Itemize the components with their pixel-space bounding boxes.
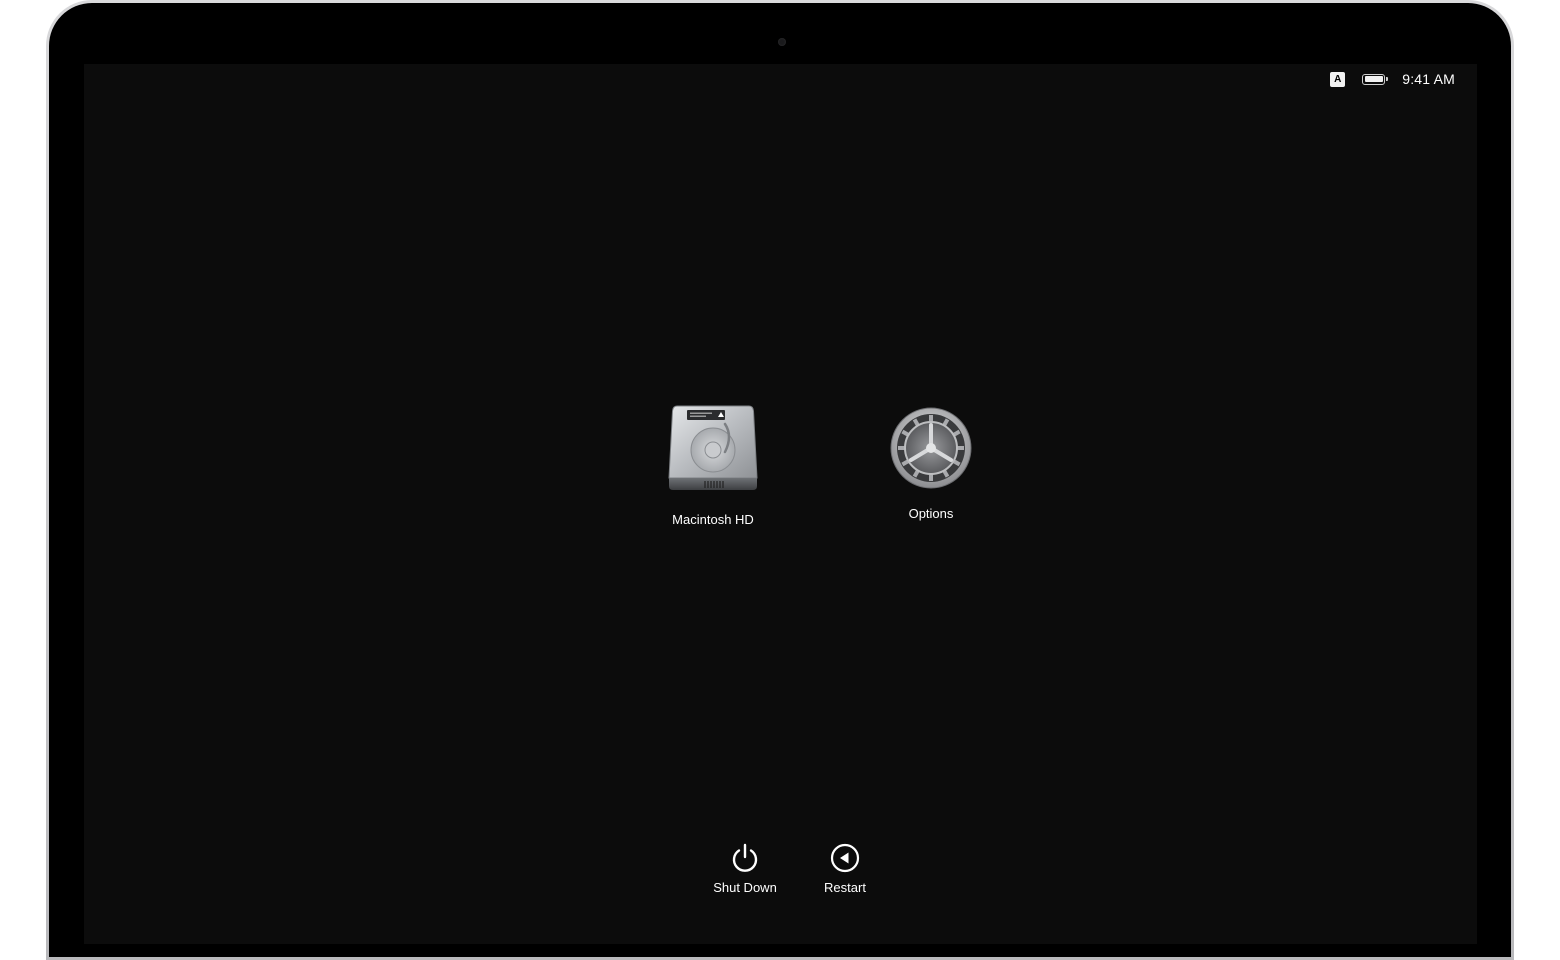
power-icon	[732, 843, 758, 872]
shut-down-label: Shut Down	[713, 880, 777, 895]
volume-label: Options	[908, 506, 954, 521]
screen-bezel: A 9:41 AM Macintosh HD Options Shut Down…	[49, 3, 1511, 957]
laptop-frame: A 9:41 AM Macintosh HD Options Shut Down…	[46, 0, 1514, 960]
camera-icon	[778, 38, 786, 46]
restart-label: Restart	[824, 880, 866, 895]
status-bar: A 9:41 AM	[1330, 68, 1455, 90]
shut-down-button[interactable]: Shut Down	[700, 842, 790, 895]
battery-icon	[1362, 73, 1389, 85]
volume-label: Macintosh HD	[672, 512, 754, 527]
input-source-indicator[interactable]: A	[1330, 71, 1346, 87]
gear-icon	[890, 407, 972, 489]
hard-drive-icon	[668, 405, 758, 490]
startup-options-screen: A 9:41 AM Macintosh HD Options Shut Down…	[84, 64, 1477, 944]
volume-options[interactable]: Options	[861, 406, 1001, 521]
restart-icon	[830, 843, 860, 873]
clock: 9:41 AM	[1402, 71, 1455, 87]
restart-button[interactable]: Restart	[800, 842, 890, 895]
volume-macintosh-hd[interactable]: Macintosh HD	[643, 402, 783, 527]
